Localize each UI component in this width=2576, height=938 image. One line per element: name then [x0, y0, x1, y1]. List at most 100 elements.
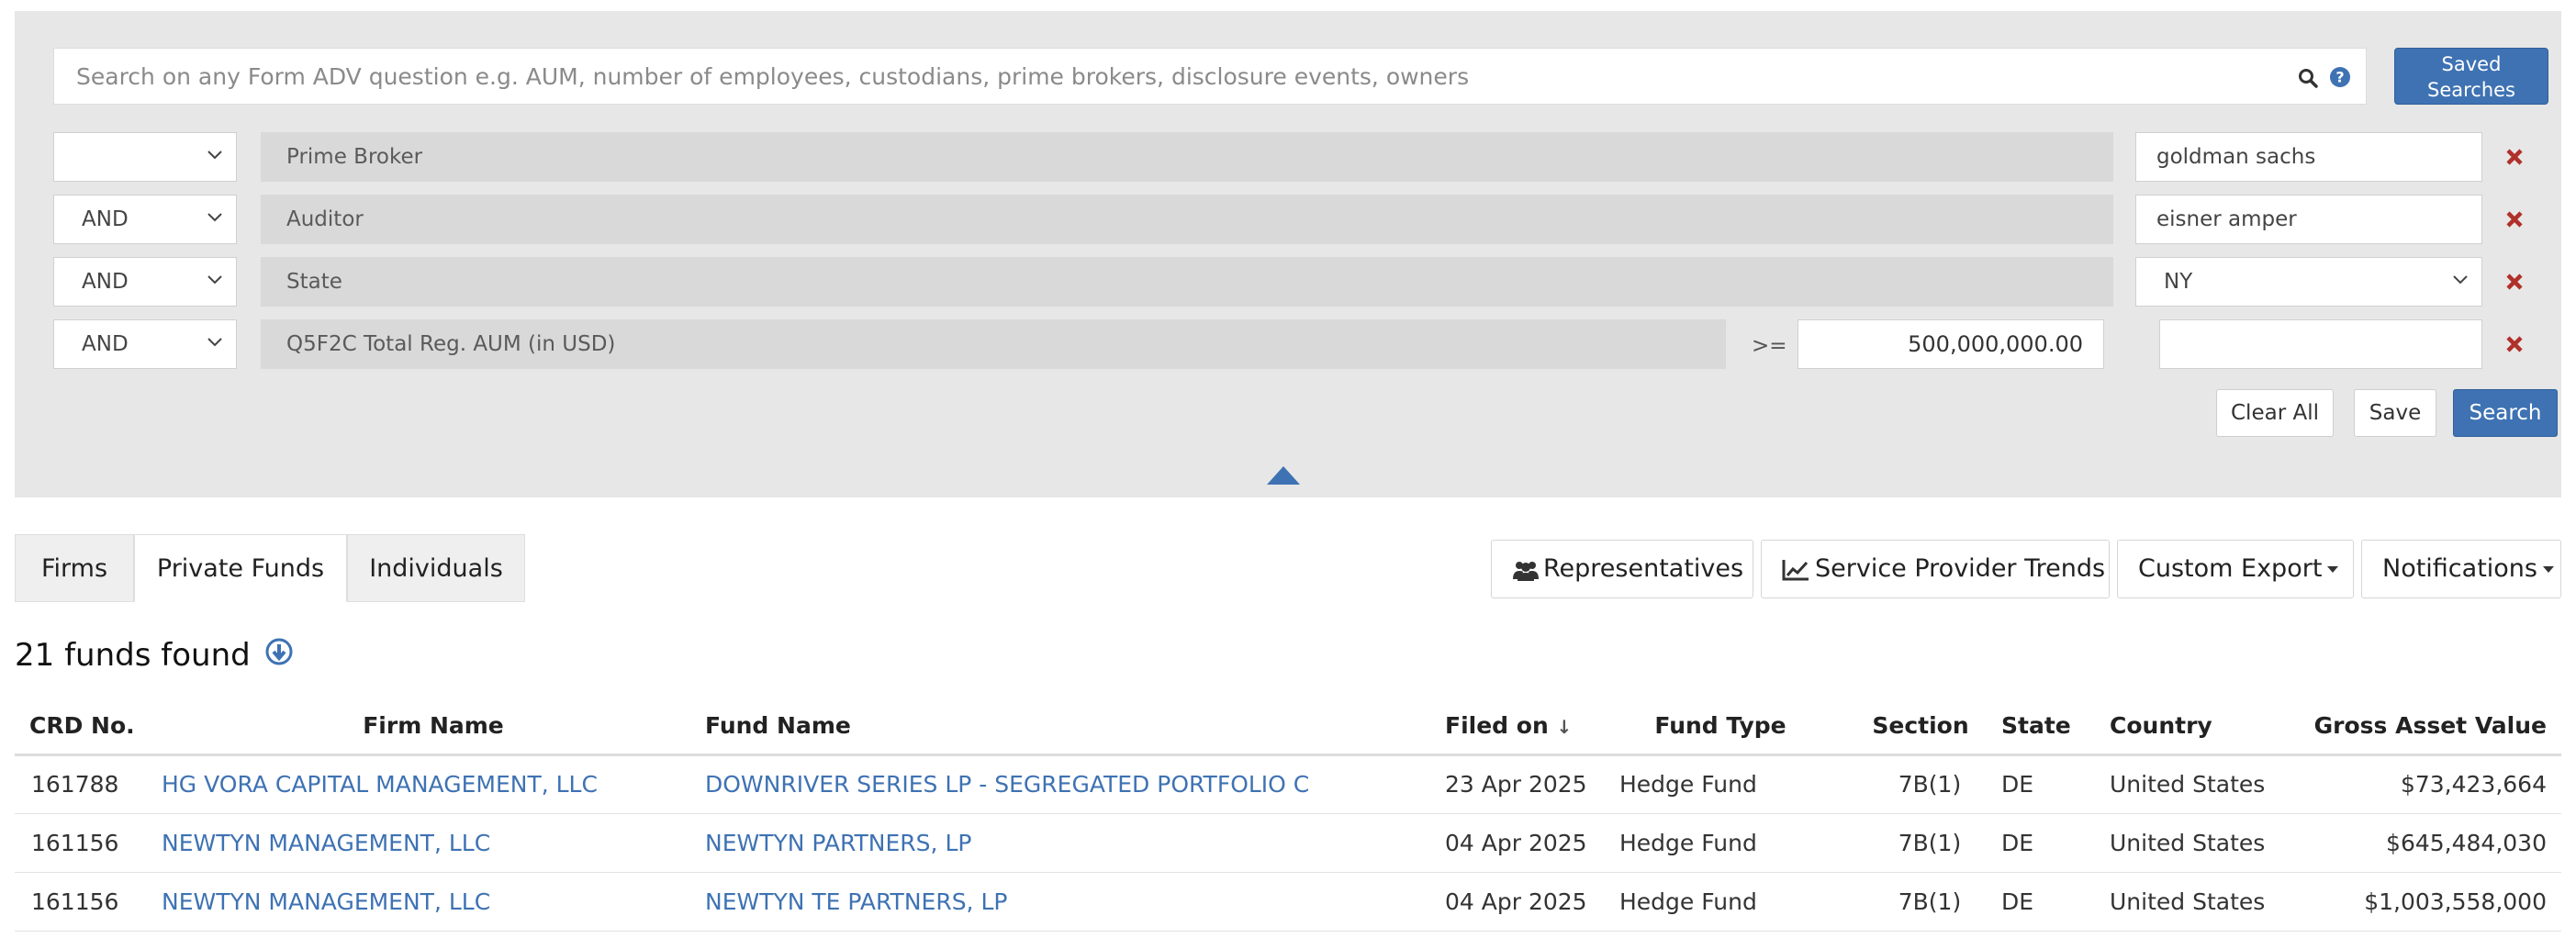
connector-value: AND: [82, 270, 129, 294]
custom-export-dropdown[interactable]: Custom Export: [2117, 540, 2354, 598]
col-header-section[interactable]: Section: [1840, 698, 2001, 756]
col-header-fund-type[interactable]: Fund Type: [1601, 698, 1840, 756]
state-select[interactable]: NY: [2135, 257, 2482, 307]
results-table: CRD No. Firm Name Fund Name Filed on ↓ F…: [15, 698, 2561, 932]
saved-searches-label-1: Saved: [2441, 53, 2502, 75]
custom-export-label: Custom Export: [2138, 554, 2323, 583]
col-header-state[interactable]: State: [2001, 698, 2110, 756]
cell-filed-on: 23 Apr 2025: [1445, 754, 1601, 814]
filter-value: NY: [2164, 270, 2193, 294]
connector-value: AND: [82, 207, 129, 231]
filter-field-1[interactable]: Prime Broker: [261, 132, 2113, 182]
filter-field-label: State: [286, 270, 342, 294]
cell-section: 7B(1): [1840, 813, 2001, 873]
cell-state: DE: [2001, 813, 2110, 873]
col-header-fund-name[interactable]: Fund Name: [705, 698, 1445, 756]
filter-value: eisner amper: [2156, 207, 2297, 231]
cell-filed-on: 04 Apr 2025: [1445, 813, 1601, 873]
chevron-down-icon: [207, 151, 222, 160]
users-icon: [1513, 562, 1539, 581]
cell-filed-on: 04 Apr 2025: [1445, 872, 1601, 932]
search-icon[interactable]: [2297, 67, 2319, 89]
col-header-firm-name[interactable]: Firm Name: [162, 698, 705, 756]
service-provider-trends-button[interactable]: Service Provider Trends: [1761, 540, 2110, 598]
filter-value: goldman sachs: [2156, 145, 2316, 169]
filter-field-label: Q5F2C Total Reg. AUM (in USD): [286, 332, 616, 356]
table-row: 161156 NEWTYN MANAGEMENT, LLC NEWTYN PAR…: [15, 813, 2561, 873]
connector-select-3[interactable]: AND: [53, 257, 237, 307]
filter-panel: ? Saved Searches Prime Broker goldman sa…: [15, 11, 2561, 497]
chevron-down-icon: [207, 338, 222, 347]
col-header-country[interactable]: Country: [2110, 698, 2310, 756]
firm-name-link[interactable]: NEWTYN MANAGEMENT, LLC: [162, 872, 705, 932]
connector-select-2[interactable]: AND: [53, 195, 237, 244]
sort-desc-icon: ↓: [1556, 715, 1573, 738]
cell-gross-asset-value: $1,003,558,000: [2310, 872, 2561, 932]
download-icon[interactable]: [264, 637, 294, 666]
cell-gross-asset-value: $73,423,664: [2310, 754, 2561, 814]
aum-min-input[interactable]: 500,000,000.00: [1798, 319, 2104, 369]
table-row: 161156 NEWTYN MANAGEMENT, LLC NEWTYN TE …: [15, 872, 2561, 932]
cell-country: United States: [2110, 813, 2310, 873]
fund-name-link[interactable]: DOWNRIVER SERIES LP - SEGREGATED PORTFOL…: [705, 754, 1445, 814]
filter-value-input-1[interactable]: goldman sachs: [2135, 132, 2482, 182]
saved-searches-label-2: Searches: [2426, 79, 2515, 101]
connector-value: AND: [82, 332, 129, 356]
filter-field-4[interactable]: Q5F2C Total Reg. AUM (in USD): [261, 319, 1726, 369]
chevron-down-icon: [2453, 275, 2468, 285]
col-header-gross-asset-value[interactable]: Gross Asset Value: [2310, 698, 2561, 756]
cell-fund-type: Hedge Fund: [1601, 872, 1840, 932]
notifications-dropdown[interactable]: Notifications: [2361, 540, 2561, 598]
filed-on-label: Filed on: [1445, 711, 1549, 739]
cell-country: United States: [2110, 872, 2310, 932]
cell-crd: 161788: [15, 754, 162, 814]
search-button[interactable]: Search: [2453, 389, 2558, 437]
chevron-down-icon: [207, 213, 222, 222]
firm-name-link[interactable]: HG VORA CAPITAL MANAGEMENT, LLC: [162, 754, 705, 814]
clear-all-button[interactable]: Clear All: [2216, 389, 2334, 437]
save-button[interactable]: Save: [2354, 389, 2436, 437]
cell-section: 7B(1): [1840, 754, 2001, 814]
results-count-label: 21 funds found: [15, 637, 251, 674]
col-header-crd[interactable]: CRD No.: [15, 698, 162, 756]
representatives-button[interactable]: Representatives: [1491, 540, 1753, 598]
aum-max-input[interactable]: [2159, 319, 2482, 369]
notifications-label: Notifications: [2382, 554, 2537, 583]
representatives-label: Representatives: [1543, 554, 1744, 583]
caret-down-icon: [2327, 566, 2339, 573]
filter-field-3[interactable]: State: [261, 257, 2113, 307]
collapse-panel-icon[interactable]: [1267, 466, 1300, 485]
results-count: 21 funds found: [15, 637, 294, 674]
fund-name-link[interactable]: NEWTYN TE PARTNERS, LP: [705, 872, 1445, 932]
cell-crd: 161156: [15, 872, 162, 932]
tab-firms[interactable]: Firms: [15, 534, 134, 602]
connector-select-1[interactable]: [53, 132, 237, 182]
remove-filter-icon-2[interactable]: [2504, 209, 2525, 229]
filter-field-2[interactable]: Auditor: [261, 195, 2113, 244]
col-header-filed-on[interactable]: Filed on ↓: [1445, 698, 1601, 756]
cell-fund-type: Hedge Fund: [1601, 754, 1840, 814]
firm-name-link[interactable]: NEWTYN MANAGEMENT, LLC: [162, 813, 705, 873]
caret-down-icon: [2543, 566, 2554, 573]
cell-gross-asset-value: $645,484,030: [2310, 813, 2561, 873]
table-row: 161788 HG VORA CAPITAL MANAGEMENT, LLC D…: [15, 754, 2561, 814]
remove-filter-icon-1[interactable]: [2504, 147, 2525, 167]
cell-section: 7B(1): [1840, 872, 2001, 932]
filter-value-input-2[interactable]: eisner amper: [2135, 195, 2482, 244]
connector-select-4[interactable]: AND: [53, 319, 237, 369]
service-provider-trends-label: Service Provider Trends: [1815, 554, 2106, 583]
table-header-row: CRD No. Firm Name Fund Name Filed on ↓ F…: [15, 698, 2561, 756]
search-input[interactable]: [74, 49, 2213, 104]
filter-field-label: Auditor: [286, 207, 364, 231]
tab-individuals[interactable]: Individuals: [347, 534, 525, 602]
saved-searches-button[interactable]: Saved Searches: [2394, 48, 2548, 105]
chevron-down-icon: [207, 275, 222, 285]
fund-name-link[interactable]: NEWTYN PARTNERS, LP: [705, 813, 1445, 873]
tab-private-funds[interactable]: Private Funds: [134, 534, 347, 602]
remove-filter-icon-3[interactable]: [2504, 272, 2525, 292]
remove-filter-icon-4[interactable]: [2504, 334, 2525, 354]
help-icon[interactable]: ?: [2329, 66, 2351, 88]
filter-field-label: Prime Broker: [286, 145, 423, 169]
svg-text:?: ?: [2335, 69, 2344, 86]
search-box: ?: [53, 48, 2367, 105]
